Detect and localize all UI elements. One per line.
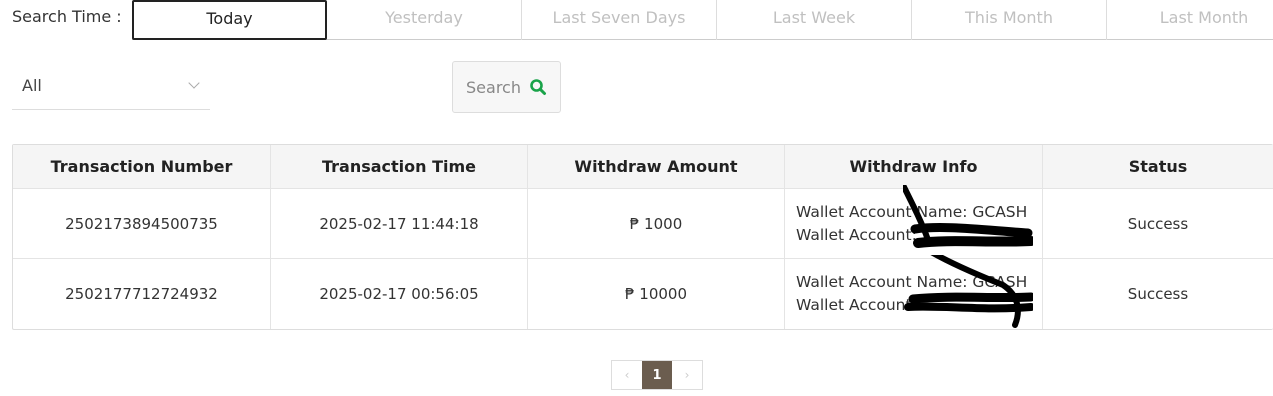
search-button[interactable]: Search xyxy=(452,61,561,113)
pagination: ‹ 1 › xyxy=(611,360,703,390)
header-transaction-number: Transaction Number xyxy=(13,145,271,188)
redaction-scribble xyxy=(904,255,1033,328)
withdraw-amount: ₱ 10000 xyxy=(528,259,785,329)
redaction-scribble xyxy=(903,185,1033,248)
header-transaction-time: Transaction Time xyxy=(271,145,528,188)
tab-yesterday[interactable]: Yesterday xyxy=(327,0,522,40)
next-page-button[interactable]: › xyxy=(672,361,702,389)
transaction-number: 2502177712724932 xyxy=(13,259,271,329)
tab-today[interactable]: Today xyxy=(132,0,327,40)
search-icon xyxy=(530,79,546,95)
page-1-button[interactable]: 1 xyxy=(642,361,672,389)
header-withdraw-info: Withdraw Info xyxy=(785,145,1043,188)
search-button-label: Search xyxy=(466,77,521,97)
header-withdraw-amount: Withdraw Amount xyxy=(528,145,785,188)
search-time-label: Search Time : xyxy=(12,7,122,26)
table-row: 2502173894500735 2025-02-17 11:44:18 ₱ 1… xyxy=(13,185,1273,259)
withdraw-info: Wallet Account Name: GCASH Wallet Accoun… xyxy=(785,185,1043,258)
tab-last-week[interactable]: Last Week xyxy=(717,0,912,40)
chevron-down-icon xyxy=(188,77,200,89)
tab-last-seven-days[interactable]: Last Seven Days xyxy=(522,0,717,40)
tab-last-month[interactable]: Last Month xyxy=(1107,0,1273,40)
transaction-time: 2025-02-17 11:44:18 xyxy=(271,189,528,258)
withdraw-info: Wallet Account Name: GCASH Wallet Accoun… xyxy=(785,255,1043,329)
time-range-tabs: Today Yesterday Last Seven Days Last Wee… xyxy=(132,0,1273,40)
prev-page-button[interactable]: ‹ xyxy=(612,361,642,389)
table-row: 2502177712724932 2025-02-17 00:56:05 ₱ 1… xyxy=(13,255,1273,329)
transactions-table: Transaction Number Transaction Time With… xyxy=(12,144,1273,330)
status-filter-value: All xyxy=(22,76,42,95)
withdraw-amount: ₱ 1000 xyxy=(528,189,785,258)
tab-this-month[interactable]: This Month xyxy=(912,0,1107,40)
status-value: Success xyxy=(1127,214,1189,233)
transaction-number: 2502173894500735 xyxy=(13,189,271,258)
transaction-time: 2025-02-17 00:56:05 xyxy=(271,259,528,329)
status-value: Success xyxy=(1127,285,1189,303)
header-status: Status xyxy=(1128,157,1188,176)
status-filter-select[interactable]: All xyxy=(12,66,210,110)
table-header-row: Transaction Number Transaction Time With… xyxy=(13,145,1273,189)
